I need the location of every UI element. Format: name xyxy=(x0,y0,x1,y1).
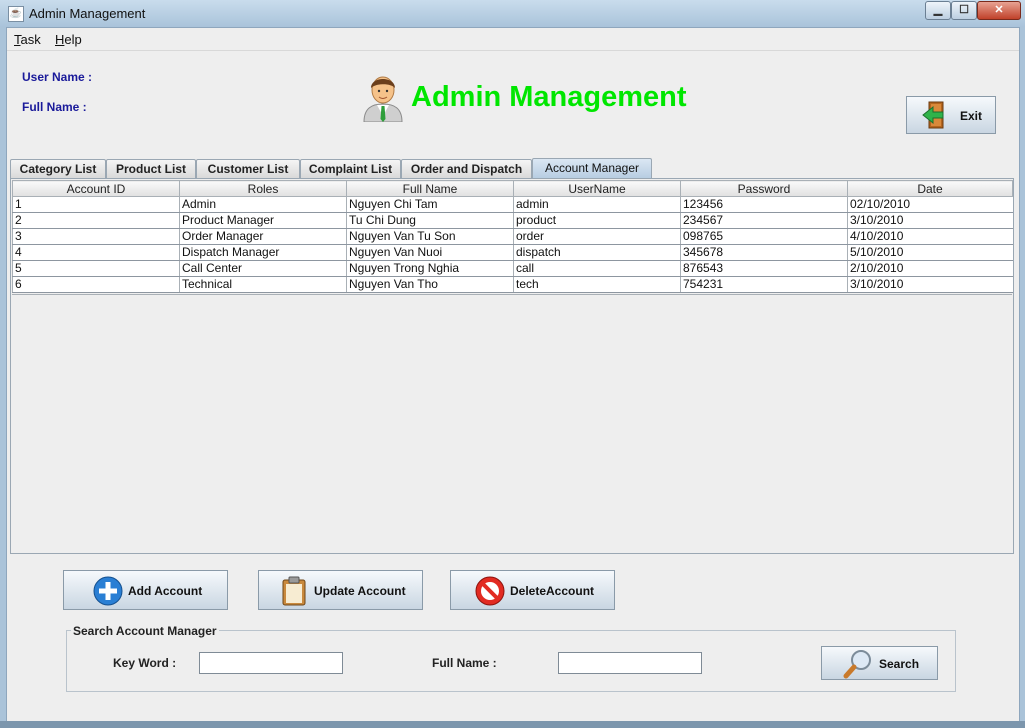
cell-account-id[interactable]: 4 xyxy=(12,244,180,261)
menu-help-rest: elp xyxy=(64,32,82,47)
delete-account-button[interactable]: DeleteAccount xyxy=(450,570,615,610)
close-button[interactable]: ✕ xyxy=(977,1,1021,20)
cell-full-name[interactable]: Tu Chi Dung xyxy=(346,212,514,229)
tab-account-manager[interactable]: Account Manager xyxy=(532,158,652,178)
cell-date[interactable]: 3/10/2010 xyxy=(847,212,1013,229)
cell-date[interactable]: 4/10/2010 xyxy=(847,228,1013,245)
admin-avatar-icon xyxy=(363,76,403,122)
accounts-table: Account ID Roles Full Name UserName Pass… xyxy=(12,180,1013,293)
column-header-roles[interactable]: Roles xyxy=(179,180,347,197)
cell-role[interactable]: Dispatch Manager xyxy=(179,244,347,261)
search-button[interactable]: Search xyxy=(821,646,938,680)
cell-account-id[interactable]: 2 xyxy=(12,212,180,229)
menu-task[interactable]: Task xyxy=(14,32,41,47)
clipboard-icon xyxy=(282,576,306,606)
exit-door-icon xyxy=(922,101,944,129)
keyword-input[interactable] xyxy=(199,652,343,674)
cell-account-id[interactable]: 3 xyxy=(12,228,180,245)
table-row[interactable]: 5 Call Center Nguyen Trong Nghia call 87… xyxy=(12,260,1013,277)
cell-full-name[interactable]: Nguyen Van Tu Son xyxy=(346,228,514,245)
cell-username[interactable]: order xyxy=(513,228,681,245)
cell-date[interactable]: 02/10/2010 xyxy=(847,196,1013,213)
table-row[interactable]: 6 Technical Nguyen Van Tho tech 754231 3… xyxy=(12,276,1013,293)
search-group-title: Search Account Manager xyxy=(71,624,219,638)
cell-role[interactable]: Call Center xyxy=(179,260,347,277)
minimize-button[interactable]: ▁ xyxy=(925,1,951,20)
menu-bar: Task Help xyxy=(7,28,1019,51)
magnifier-icon xyxy=(843,650,871,679)
search-full-name-label: Full Name : xyxy=(432,656,497,670)
cell-date[interactable]: 3/10/2010 xyxy=(847,276,1013,293)
column-header-username[interactable]: UserName xyxy=(513,180,681,197)
cell-password[interactable]: 345678 xyxy=(680,244,848,261)
cell-password[interactable]: 234567 xyxy=(680,212,848,229)
cell-account-id[interactable]: 6 xyxy=(12,276,180,293)
search-label: Search xyxy=(879,657,920,671)
keyword-label: Key Word : xyxy=(113,656,177,670)
cell-password[interactable]: 876543 xyxy=(680,260,848,277)
cell-full-name[interactable]: Nguyen Van Tho xyxy=(346,276,514,293)
cell-password[interactable]: 754231 xyxy=(680,276,848,293)
title-bar[interactable]: ☕ Admin Management ▁ ☐ ✕ xyxy=(0,0,1025,27)
cell-password[interactable]: 123456 xyxy=(680,196,848,213)
window-content: Task Help User Name : Full Name : Admin … xyxy=(6,27,1020,723)
exit-button[interactable]: Exit xyxy=(906,96,996,134)
table-header-row: Account ID Roles Full Name UserName Pass… xyxy=(12,180,1013,197)
table-row[interactable]: 3 Order Manager Nguyen Van Tu Son order … xyxy=(12,228,1013,245)
cell-password[interactable]: 098765 xyxy=(680,228,848,245)
user-name-label: User Name : xyxy=(22,70,93,84)
window-bottom-border xyxy=(0,721,1025,728)
cell-role[interactable]: Product Manager xyxy=(179,212,347,229)
column-header-account-id[interactable]: Account ID xyxy=(12,180,180,197)
delete-account-label: DeleteAccount xyxy=(510,584,595,598)
cell-account-id[interactable]: 1 xyxy=(12,196,180,213)
window-title: Admin Management xyxy=(29,6,146,21)
full-name-input[interactable] xyxy=(558,652,702,674)
cell-username[interactable]: product xyxy=(513,212,681,229)
table-row[interactable]: 4 Dispatch Manager Nguyen Van Nuoi dispa… xyxy=(12,244,1013,261)
table-row[interactable]: 2 Product Manager Tu Chi Dung product 23… xyxy=(12,212,1013,229)
app-window: ☕ Admin Management ▁ ☐ ✕ Task Help User … xyxy=(0,0,1025,728)
cell-date[interactable]: 2/10/2010 xyxy=(847,260,1013,277)
menu-help-mnemonic: H xyxy=(55,32,65,47)
table-row[interactable]: 1 Admin Nguyen Chi Tam admin 123456 02/1… xyxy=(12,196,1013,213)
full-name-label: Full Name : xyxy=(22,100,87,114)
column-header-date[interactable]: Date xyxy=(847,180,1013,197)
tab-category-list[interactable]: Category List xyxy=(10,159,106,178)
update-account-label: Update Account xyxy=(314,584,406,598)
maximize-button[interactable]: ☐ xyxy=(951,1,977,20)
add-plus-icon xyxy=(93,576,123,606)
column-header-password[interactable]: Password xyxy=(680,180,848,197)
no-entry-icon xyxy=(475,576,505,606)
menu-help[interactable]: Help xyxy=(55,32,82,47)
cell-username[interactable]: tech xyxy=(513,276,681,293)
cell-full-name[interactable]: Nguyen Trong Nghia xyxy=(346,260,514,277)
java-icon: ☕ xyxy=(8,6,24,22)
menu-task-rest: ask xyxy=(20,32,41,47)
tab-product-list[interactable]: Product List xyxy=(106,159,196,178)
cell-role[interactable]: Technical xyxy=(179,276,347,293)
add-account-button[interactable]: Add Account xyxy=(63,570,228,610)
cell-date[interactable]: 5/10/2010 xyxy=(847,244,1013,261)
cell-username[interactable]: dispatch xyxy=(513,244,681,261)
cell-full-name[interactable]: Nguyen Chi Tam xyxy=(346,196,514,213)
cell-username[interactable]: call xyxy=(513,260,681,277)
tab-customer-list[interactable]: Customer List xyxy=(196,159,300,178)
column-header-full-name[interactable]: Full Name xyxy=(346,180,514,197)
add-account-label: Add Account xyxy=(128,584,203,598)
cell-account-id[interactable]: 5 xyxy=(12,260,180,277)
cell-full-name[interactable]: Nguyen Van Nuoi xyxy=(346,244,514,261)
tab-order-and-dispatch[interactable]: Order and Dispatch xyxy=(401,159,532,178)
page-title: Admin Management xyxy=(411,81,687,113)
update-account-button[interactable]: Update Account xyxy=(258,570,423,610)
table-empty-area[interactable] xyxy=(12,294,1012,551)
cell-username[interactable]: admin xyxy=(513,196,681,213)
exit-label: Exit xyxy=(960,109,983,123)
cell-role[interactable]: Order Manager xyxy=(179,228,347,245)
cell-role[interactable]: Admin xyxy=(179,196,347,213)
account-manager-panel: Account ID Roles Full Name UserName Pass… xyxy=(10,178,1014,554)
tab-complaint-list[interactable]: Complaint List xyxy=(300,159,401,178)
